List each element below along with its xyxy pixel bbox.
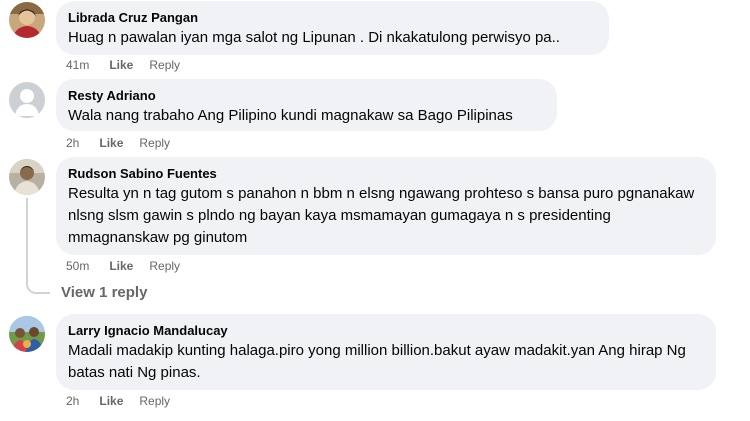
comment-bubble: Librada Cruz Pangan Huag n pawalan iyan … <box>56 1 609 55</box>
thread-connector <box>26 278 50 294</box>
like-button[interactable]: Like <box>99 393 123 409</box>
comment-author[interactable]: Rudson Sabino Fuentes <box>68 165 704 182</box>
view-replies-link[interactable]: View 1 reply <box>61 283 147 303</box>
like-button[interactable]: Like <box>109 258 133 274</box>
comment-bubble: Larry Ignacio Mandalucay Madali madakip … <box>56 314 716 390</box>
comment-timestamp[interactable]: 41m <box>66 57 89 73</box>
comment-text: Resulta yn n tag gutom s panahon n bbm n… <box>68 185 695 246</box>
comment-timestamp[interactable]: 50m <box>66 258 89 274</box>
avatar[interactable] <box>9 316 45 352</box>
like-button[interactable]: Like <box>109 57 133 73</box>
comment-text: Huag n pawalan iyan mga salot ng Lipunan… <box>68 29 560 46</box>
comment-author[interactable]: Librada Cruz Pangan <box>68 9 597 26</box>
like-button[interactable]: Like <box>99 135 123 151</box>
comment-bubble: Rudson Sabino Fuentes Resulta yn n tag g… <box>56 157 716 255</box>
avatar[interactable] <box>9 2 45 38</box>
reply-button[interactable]: Reply <box>149 258 180 274</box>
comment-actions: 2h Like Reply <box>66 393 170 409</box>
comment-actions: 41m Like Reply <box>66 57 180 73</box>
thread-line <box>26 198 28 280</box>
reply-button[interactable]: Reply <box>149 57 180 73</box>
comment-text: Wala nang trabaho Ang Pilipino kundi mag… <box>68 107 513 124</box>
comment-actions: 2h Like Reply <box>66 135 170 151</box>
reply-button[interactable]: Reply <box>139 135 170 151</box>
avatar[interactable] <box>9 82 45 118</box>
comment-actions: 50m Like Reply <box>66 258 180 274</box>
comment-timestamp[interactable]: 2h <box>66 135 79 151</box>
comments-section: Librada Cruz Pangan Huag n pawalan iyan … <box>0 0 750 421</box>
avatar[interactable] <box>9 159 45 195</box>
comment-bubble: Resty Adriano Wala nang trabaho Ang Pili… <box>56 79 557 131</box>
comment-author[interactable]: Larry Ignacio Mandalucay <box>68 322 704 339</box>
comment-text: Madali madakip kunting halaga.piro yong … <box>68 342 686 381</box>
reply-button[interactable]: Reply <box>139 393 170 409</box>
comment-author[interactable]: Resty Adriano <box>68 87 545 104</box>
comment-timestamp[interactable]: 2h <box>66 393 79 409</box>
